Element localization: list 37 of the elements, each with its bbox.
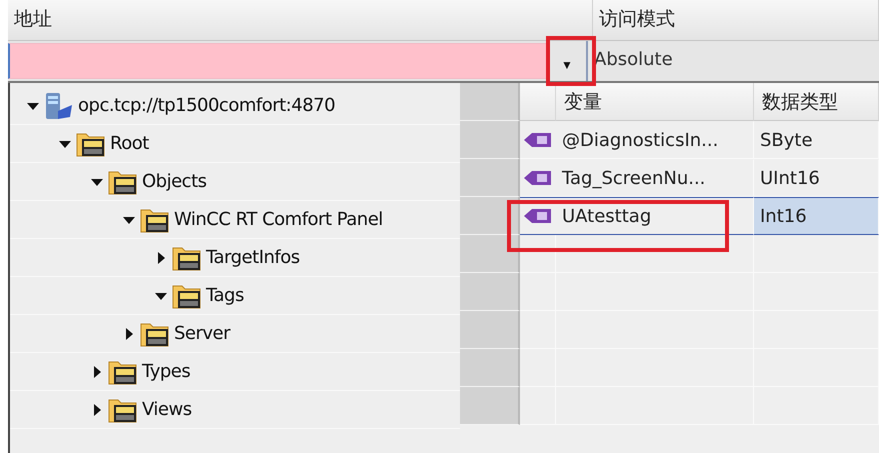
table-cell[interactable]: UAtesttag — [556, 197, 754, 235]
row-header — [460, 83, 520, 121]
tree-item[interactable]: Server — [174, 323, 230, 344]
tag-icon — [524, 132, 552, 148]
table-cell[interactable]: Tag_ScreenNu... — [556, 159, 754, 197]
table-cell[interactable]: SByte — [754, 121, 879, 159]
tree-item[interactable]: Root — [110, 133, 149, 154]
tree-item[interactable]: Types — [142, 361, 190, 382]
empty-cell — [520, 273, 556, 311]
tree-item[interactable]: opc.tcp://tp1500comfort:4870 — [78, 95, 336, 116]
row-header — [460, 311, 520, 349]
empty-cell — [520, 311, 556, 349]
tree-item[interactable]: WinCC RT Comfort Panel — [174, 209, 383, 230]
table-cell[interactable]: Int16 — [754, 197, 879, 235]
table-cell[interactable]: @DiagnosticsIn... — [556, 121, 754, 159]
row-header — [460, 235, 520, 273]
column-header-blank — [520, 83, 556, 121]
empty-cell — [520, 235, 556, 273]
empty-cell — [520, 349, 556, 387]
access-mode-column-header: 访问模式 — [593, 0, 879, 40]
row-header — [460, 273, 520, 311]
tree-item[interactable]: Objects — [142, 171, 207, 192]
row-header — [460, 387, 520, 425]
empty-cell — [520, 387, 556, 425]
table-column-header: 数据类型 — [754, 83, 879, 121]
tag-icon — [524, 170, 552, 186]
tree-item[interactable]: TargetInfos — [206, 247, 300, 268]
tree-item[interactable]: Tags — [206, 285, 244, 306]
row-header — [460, 349, 520, 387]
tree-item[interactable]: Views — [142, 399, 192, 420]
address-column-header: 地址 — [8, 0, 593, 40]
server-icon — [44, 90, 74, 120]
access-mode-value: Absolute — [593, 48, 674, 72]
tag-icon — [524, 208, 552, 224]
row-header[interactable] — [460, 197, 520, 235]
address-field[interactable] — [8, 43, 548, 79]
table-column-header: 变量 — [556, 83, 754, 121]
